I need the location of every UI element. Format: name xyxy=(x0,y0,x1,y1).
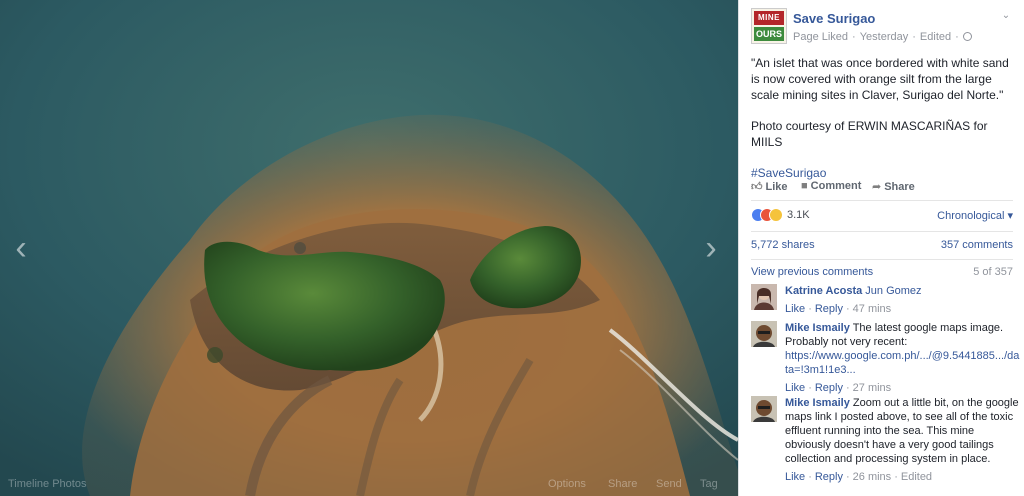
comment-body: Mike Ismaily The latest google maps imag… xyxy=(785,321,1021,395)
page-avatar[interactable]: MINE OURS xyxy=(751,8,787,44)
comment-like-button[interactable]: Like xyxy=(785,471,805,483)
comment-meta: Like · Reply · 27 mins xyxy=(785,382,892,394)
view-previous-link[interactable]: View previous comments xyxy=(751,266,873,278)
divider xyxy=(751,259,1013,260)
share-photo-button[interactable]: Share xyxy=(608,478,637,490)
post-header: MINE OURS Save Surigao Page Liked · Yester… xyxy=(751,8,1013,48)
comment-like-button[interactable]: Like xyxy=(785,382,805,394)
like-button[interactable]: 👍︎ Like xyxy=(751,180,788,193)
sad-reaction-icon xyxy=(769,208,783,222)
comment-author[interactable]: Mike Ismaily xyxy=(785,322,850,334)
comment-order-select[interactable]: Chronological ▾ xyxy=(937,209,1013,222)
aerial-islet-photo xyxy=(0,0,738,496)
post-stats: 5,772 shares 357 comments xyxy=(751,239,1013,253)
comment-reply-button[interactable]: Reply xyxy=(815,303,843,315)
share-button[interactable]: ➦ Share xyxy=(872,180,915,193)
page-liked-label[interactable]: Page Liked xyxy=(793,31,848,43)
post-timestamp[interactable]: Yesterday xyxy=(860,31,909,43)
post-text: "An islet that was once bordered with wh… xyxy=(751,55,1015,196)
comment-author[interactable]: Mike Ismaily xyxy=(785,397,850,409)
like-label: Like xyxy=(765,181,788,193)
comment-edited-label[interactable]: Edited xyxy=(901,471,932,483)
comment-body: Mike Ismaily Zoom out a little bit, on t… xyxy=(785,396,1021,484)
avatar-image xyxy=(751,321,777,347)
photo-stage[interactable]: ‹ › Timeline Photos Options Share Send T… xyxy=(0,0,738,496)
view-previous-comments: View previous comments 5 of 357 xyxy=(751,266,1013,278)
avatar[interactable] xyxy=(751,321,777,347)
post-quote: "An islet that was once bordered with wh… xyxy=(751,56,1009,102)
divider xyxy=(751,231,1013,232)
speech-bubble-icon: ■ xyxy=(801,180,808,192)
chevron-down-icon[interactable]: ⌄ xyxy=(999,10,1013,24)
chevron-left-icon[interactable]: ‹ xyxy=(8,228,34,268)
page-name-link[interactable]: Save Surigao xyxy=(793,11,875,26)
reactions-summary[interactable]: 3.1K Chronological ▾ xyxy=(751,207,1013,225)
divider xyxy=(751,200,1013,201)
chevron-right-icon[interactable]: › xyxy=(698,228,724,268)
post-actions: 👍︎ Like ■ Comment ➦ Share xyxy=(751,178,1013,196)
post-meta: Page Liked · Yesterday · Edited · xyxy=(793,31,972,43)
avatar[interactable] xyxy=(751,284,777,310)
edited-label[interactable]: Edited xyxy=(920,31,951,43)
reaction-count[interactable]: 3.1K xyxy=(787,209,810,221)
comment-reply-button[interactable]: Reply xyxy=(815,382,843,394)
post-credit: Photo courtesy of ERWIN MASCARIÑAS for M… xyxy=(751,119,988,149)
thumbs-up-icon: 👍︎ xyxy=(751,181,763,193)
avatar[interactable] xyxy=(751,396,777,422)
comment-label: Comment xyxy=(810,180,862,192)
logo-top-text: MINE xyxy=(754,11,784,25)
post-sidebar: MINE OURS Save Surigao Page Liked · Yester… xyxy=(738,0,1024,496)
shares-count-link[interactable]: 5,772 shares xyxy=(751,239,815,251)
comments-count-link[interactable]: 357 comments xyxy=(941,239,1013,251)
comment-author[interactable]: Katrine Acosta xyxy=(785,285,862,297)
comment-time[interactable]: 26 mins xyxy=(853,471,892,483)
avatar-image xyxy=(751,396,777,422)
photo-footer-bar: Timeline Photos Options Share Send Tag xyxy=(0,470,738,496)
comment-time[interactable]: 27 mins xyxy=(853,382,892,394)
comments-shown-count: 5 of 357 xyxy=(973,266,1013,278)
comment-button[interactable]: ■ Comment xyxy=(801,180,861,192)
comment-like-button[interactable]: Like xyxy=(785,303,805,315)
tag-photo-button[interactable]: Tag xyxy=(700,478,718,490)
send-button[interactable]: Send xyxy=(656,478,682,490)
comment-link[interactable]: https://www.google.com.ph/.../@9.5441885… xyxy=(785,349,1021,377)
comment-time[interactable]: 47 mins xyxy=(853,303,892,315)
share-arrow-icon: ➦ xyxy=(872,181,882,193)
globe-icon xyxy=(962,32,972,41)
comment-order-label: Chronological xyxy=(937,210,1005,222)
options-button[interactable]: Options xyxy=(548,478,586,490)
avatar-image xyxy=(751,284,777,310)
comment-meta: Like · Reply · 26 mins · Edited xyxy=(785,471,933,483)
share-label: Share xyxy=(884,181,915,193)
comment-reply-button[interactable]: Reply xyxy=(815,471,843,483)
comment-meta: Like · Reply · 47 mins xyxy=(785,303,892,315)
comment-body: Katrine Acosta Jun Gomez Like · Reply · 47 m… xyxy=(785,284,1021,316)
logo-bottom-text: OURS xyxy=(754,27,784,41)
comment-tag[interactable]: Jun Gomez xyxy=(865,285,921,297)
album-link[interactable]: Timeline Photos xyxy=(8,478,86,490)
